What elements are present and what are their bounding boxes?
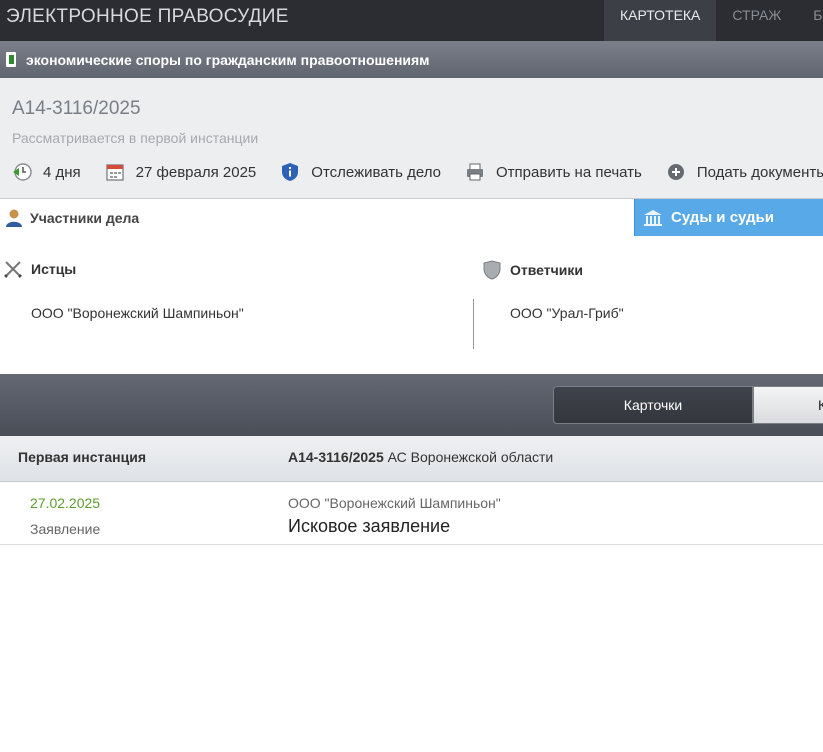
print-button[interactable]: Отправить на печать [465, 162, 642, 182]
document-row[interactable]: 27.02.2025 Заявление ООО "Воронежский Ша… [0, 482, 823, 545]
plaintiffs-label: Истцы [31, 261, 77, 277]
track-case-label: Отслеживать дело [311, 163, 442, 181]
track-case-button[interactable]: Отслеживать дело [280, 162, 441, 182]
tab-courts-label: Суды и судьи [671, 209, 774, 226]
courthouse-icon [643, 209, 663, 227]
submit-documents-label: Подать документы [696, 163, 823, 181]
defendant-name[interactable]: ООО "Урал-Гриб" [510, 305, 624, 321]
calendar-icon [105, 162, 125, 182]
nav-kartoteka[interactable]: КАРТОТЕКА [604, 0, 717, 41]
nav-b[interactable]: Б [797, 0, 823, 41]
category-label: экономические споры по гражданским право… [26, 52, 430, 68]
plaintiff-name[interactable]: ООО "Воронежский Шампиньон" [31, 305, 244, 321]
defendants-label: Ответчики [510, 262, 583, 278]
category-icon [6, 52, 16, 67]
instance-case: А14-3116/2025 АС Воронежской области [288, 449, 553, 465]
clock-back-icon [12, 162, 32, 182]
cards-view-button[interactable]: Карточки [553, 386, 753, 424]
tab-row: Участники дела Суды и судьи [0, 199, 823, 237]
top-bar: ЭЛЕКТРОННОЕ ПРАВОСУДИЕ КАРТОТЕКА СТРАЖ Б [0, 0, 823, 41]
top-navigation: КАРТОТЕКА СТРАЖ Б [604, 0, 823, 41]
tab-courts[interactable]: Суды и судьи [634, 199, 823, 236]
document-type: Заявление [30, 521, 101, 537]
case-header: А14-3116/2025 Рассматривается в первой и… [0, 78, 823, 199]
instance-case-number: А14-3116/2025 [288, 449, 384, 465]
plus-circle-icon [666, 162, 686, 182]
category-bar: экономические споры по гражданским право… [0, 41, 823, 78]
person-icon [5, 208, 23, 228]
days-label: 4 дня [43, 163, 81, 181]
instance-header: Первая инстанция А14-3116/2025 АС Вороне… [0, 436, 823, 482]
instance-court: АС Воронежской области [387, 449, 554, 465]
instance-label: Первая инстанция [18, 449, 146, 465]
document-party: ООО "Воронежский Шампиньон" [288, 495, 501, 511]
shield-info-icon [280, 162, 300, 182]
document-title[interactable]: Исковое заявление [288, 516, 450, 537]
nav-strazh[interactable]: СТРАЖ [716, 0, 797, 41]
plaintiffs-header: Истцы [4, 260, 76, 278]
crossed-swords-icon [4, 260, 22, 278]
date-label: 27 февраля 2025 [135, 163, 257, 181]
days-indicator: 4 дня [12, 162, 81, 182]
date-indicator: 27 февраля 2025 [105, 162, 257, 182]
case-status: Рассматривается в первой инстанции [12, 130, 259, 146]
case-actions: 4 дня 27 февраля 2025 Отслеживать дело О… [12, 161, 823, 183]
defendants-header: Ответчики [483, 260, 583, 280]
next-view-button[interactable]: К [753, 386, 823, 424]
printer-icon [465, 162, 485, 182]
column-divider [473, 299, 474, 349]
tab-participants[interactable]: Участники дела [0, 199, 139, 237]
submit-documents-button[interactable]: Подать документы [666, 162, 823, 182]
case-number: А14-3116/2025 [12, 98, 141, 119]
document-date: 27.02.2025 [30, 495, 101, 511]
site-logo[interactable]: ЭЛЕКТРОННОЕ ПРАВОСУДИЕ [6, 6, 289, 28]
shield-icon [483, 260, 501, 280]
print-label: Отправить на печать [496, 163, 642, 181]
tab-participants-label: Участники дела [30, 210, 140, 226]
